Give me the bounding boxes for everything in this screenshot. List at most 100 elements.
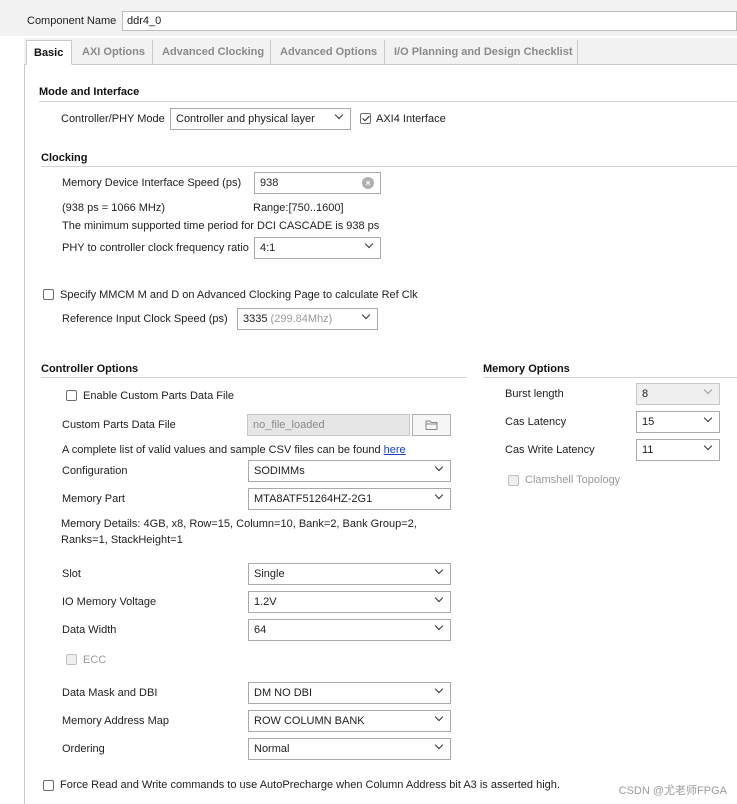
- ordering-select[interactable]: Normal: [248, 738, 451, 760]
- ratio-label: PHY to controller clock frequency ratio: [62, 242, 249, 254]
- axi4-interface-checkbox[interactable]: [360, 113, 371, 124]
- csv-note-text: A complete list of valid values and samp…: [62, 444, 381, 456]
- address-map-label: Memory Address Map: [62, 715, 169, 727]
- data-width-label: Data Width: [62, 624, 117, 636]
- ecc-checkbox[interactable]: [66, 654, 77, 665]
- ratio-value: 4:1: [260, 242, 276, 254]
- chevron-down-icon: [434, 740, 444, 750]
- ref-clock-value: 3335: [243, 313, 268, 325]
- slot-label: Slot: [62, 568, 81, 580]
- chevron-down-icon: [434, 462, 444, 472]
- ctrl-phy-mode-select[interactable]: Controller and physical layer: [170, 108, 351, 130]
- clocking-section-title: Clocking: [41, 152, 88, 164]
- chevron-down-icon: [434, 712, 444, 722]
- io-voltage-label: IO Memory Voltage: [62, 596, 157, 608]
- custom-parts-label: Enable Custom Parts Data File: [83, 390, 235, 402]
- address-map-select[interactable]: ROW COLUMN BANK: [248, 710, 451, 732]
- cas-latency-label: Cas Latency: [505, 416, 567, 428]
- controller-divider: [41, 377, 467, 378]
- configuration-select[interactable]: SODIMMs: [248, 460, 451, 482]
- chevron-down-icon: [703, 413, 713, 423]
- mode-divider: [39, 101, 737, 102]
- memory-part-label: Memory Part: [62, 493, 125, 505]
- io-voltage-select[interactable]: 1.2V: [248, 591, 451, 613]
- force-autoprecharge-label: Force Read and Write commands to use Aut…: [60, 779, 560, 791]
- axi4-interface-label: AXI4 Interface: [376, 113, 446, 125]
- ordering-label: Ordering: [62, 743, 105, 755]
- folder-icon: [425, 420, 438, 430]
- chevron-down-icon: [361, 310, 371, 320]
- burst-length-select[interactable]: 8: [636, 383, 720, 405]
- memory-options-title: Memory Options: [483, 363, 570, 375]
- data-mask-label: Data Mask and DBI: [62, 687, 158, 699]
- tab-axi-options[interactable]: AXI Options: [75, 40, 153, 64]
- ordering-value: Normal: [254, 743, 290, 755]
- tab-advanced-options[interactable]: Advanced Options: [273, 40, 385, 64]
- custom-file-label: Custom Parts Data File: [62, 419, 176, 431]
- memory-details-line2: Ranks=1, StackHeight=1: [61, 534, 183, 546]
- custom-file-input[interactable]: no_file_loaded: [247, 414, 410, 436]
- data-mask-value: DM NO DBI: [254, 687, 313, 699]
- slot-select[interactable]: Single: [248, 563, 451, 585]
- tab-io-planning[interactable]: I/O Planning and Design Checklist: [387, 40, 578, 64]
- data-mask-select[interactable]: DM NO DBI: [248, 682, 451, 704]
- configuration-label: Configuration: [62, 465, 128, 477]
- dci-min-note: The minimum supported time period for DC…: [62, 220, 380, 232]
- clamshell-checkbox[interactable]: [508, 475, 519, 486]
- mmcm-checkbox[interactable]: [43, 289, 54, 300]
- chevron-down-icon: [434, 684, 444, 694]
- force-autoprecharge-checkbox[interactable]: [43, 780, 54, 791]
- memory-details-line1: Memory Details: 4GB, x8, Row=15, Column=…: [61, 518, 417, 530]
- memory-options-divider: [483, 377, 737, 378]
- data-width-value: 64: [254, 624, 267, 636]
- chevron-down-icon: [703, 441, 713, 451]
- cas-write-latency-value: 11: [642, 444, 654, 456]
- chevron-down-icon: [364, 239, 374, 249]
- burst-length-label: Burst length: [505, 388, 564, 400]
- tab-basic[interactable]: Basic: [26, 40, 72, 65]
- cas-write-latency-select[interactable]: 11: [636, 439, 720, 461]
- chevron-down-icon: [434, 621, 444, 631]
- cas-latency-select[interactable]: 15: [636, 411, 720, 433]
- freq-note: (938 ps = 1066 MHz): [62, 202, 166, 214]
- browse-folder-button[interactable]: [412, 414, 451, 436]
- panel-border: [24, 64, 25, 804]
- chevron-down-icon: [434, 490, 444, 500]
- watermark: CSDN @尤老师FPGA: [618, 785, 727, 797]
- csv-here-link[interactable]: here: [384, 444, 406, 456]
- range-note: Range:[750..1600]: [253, 202, 344, 214]
- chevron-down-icon: [703, 385, 713, 395]
- address-map-value: ROW COLUMN BANK: [254, 715, 365, 727]
- ecc-label: ECC: [83, 654, 107, 666]
- speed-value: 938: [260, 177, 279, 189]
- speed-label: Memory Device Interface Speed (ps): [62, 177, 242, 189]
- ctrl-phy-mode-value: Controller and physical layer: [176, 113, 315, 125]
- speed-input[interactable]: 938 ×: [254, 172, 381, 194]
- chevron-down-icon: [434, 565, 444, 575]
- configuration-value: SODIMMs: [254, 465, 305, 477]
- component-name-label: Component Name: [27, 15, 117, 27]
- cas-latency-value: 15: [642, 416, 655, 428]
- ref-clock-select[interactable]: 3335 (299.84Mhz): [237, 308, 378, 330]
- custom-parts-checkbox[interactable]: [66, 390, 77, 401]
- ref-clock-label: Reference Input Clock Speed (ps): [62, 313, 228, 325]
- chevron-down-icon: [334, 110, 344, 120]
- chevron-down-icon: [434, 593, 444, 603]
- io-voltage-value: 1.2V: [254, 596, 277, 608]
- slot-value: Single: [254, 568, 285, 580]
- csv-note: A complete list of valid values and samp…: [62, 444, 406, 456]
- ratio-select[interactable]: 4:1: [254, 237, 381, 259]
- component-name-field[interactable]: ddr4_0: [122, 11, 737, 31]
- data-width-select[interactable]: 64: [248, 619, 451, 641]
- cas-write-latency-label: Cas Write Latency: [505, 444, 595, 456]
- tab-advanced-clocking[interactable]: Advanced Clocking: [155, 40, 271, 64]
- mode-section-title: Mode and Interface: [39, 86, 140, 98]
- clamshell-label: Clamshell Topology: [525, 474, 621, 486]
- ref-clock-hint: (299.84Mhz): [270, 313, 333, 325]
- memory-part-select[interactable]: MTA8ATF51264HZ-2G1: [248, 488, 451, 510]
- controller-section-title: Controller Options: [41, 363, 139, 375]
- burst-length-value: 8: [642, 388, 649, 400]
- clear-icon[interactable]: ×: [362, 177, 374, 189]
- mmcm-label: Specify MMCM M and D on Advanced Clockin…: [60, 289, 418, 301]
- clocking-divider: [41, 166, 737, 167]
